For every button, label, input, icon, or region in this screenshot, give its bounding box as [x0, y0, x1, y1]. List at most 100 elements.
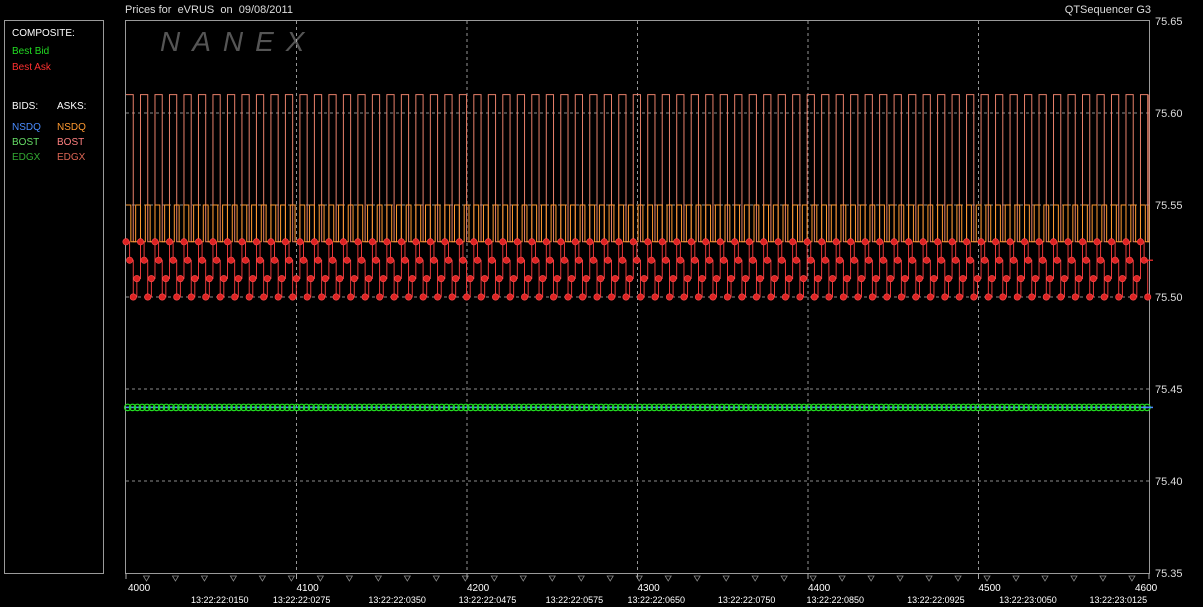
best-ask-point	[477, 293, 485, 301]
time-label: 13:22:22:0650	[627, 595, 685, 605]
best-ask-point	[448, 293, 456, 301]
best-ask-point	[1042, 293, 1050, 301]
best-ask-point	[1118, 275, 1126, 283]
trade-marker	[345, 575, 354, 582]
trade-marker	[577, 575, 585, 582]
best-ask-point	[727, 275, 735, 283]
best-ask-point	[582, 275, 590, 283]
best-ask-point	[242, 256, 250, 264]
trade-marker	[1128, 575, 1136, 582]
best-ask-point	[868, 293, 876, 301]
x-tick-label: 4600	[1135, 583, 1158, 594]
best-ask-point	[1057, 293, 1065, 301]
best-ask-point	[872, 275, 880, 283]
best-ask-point	[147, 275, 155, 283]
best-ask-point	[441, 238, 449, 246]
time-label: 13:22:22:0575	[546, 595, 604, 605]
best-ask-point	[216, 293, 224, 301]
best-ask-point	[673, 238, 681, 246]
best-ask-point	[850, 256, 858, 264]
best-ask-point	[437, 275, 445, 283]
best-ask-point	[992, 238, 1000, 246]
best-ask-point	[792, 256, 800, 264]
best-ask-point	[285, 256, 293, 264]
best-ask-point	[1060, 275, 1068, 283]
best-ask-point	[339, 238, 347, 246]
best-ask-point	[198, 256, 206, 264]
best-ask-point	[1035, 238, 1043, 246]
best-ask-point	[158, 293, 166, 301]
best-ask-point	[252, 238, 260, 246]
best-ask-point	[832, 238, 840, 246]
best-ask-point	[886, 275, 894, 283]
best-ask-point	[492, 293, 500, 301]
best-ask-point	[778, 256, 786, 264]
best-ask-point	[1002, 275, 1010, 283]
best-ask-point	[829, 275, 837, 283]
best-ask-point	[684, 275, 692, 283]
trade-marker	[403, 575, 412, 582]
best-ask-point	[484, 238, 492, 246]
best-ask-point	[865, 256, 873, 264]
best-ask-point	[470, 238, 478, 246]
best-ask-point	[720, 256, 728, 264]
best-ask-point	[894, 256, 902, 264]
best-ask-point	[745, 238, 753, 246]
best-ask-point	[191, 275, 199, 283]
best-ask-point	[716, 238, 724, 246]
best-ask-point	[952, 256, 960, 264]
trade-marker	[1099, 575, 1107, 582]
y-tick-label: 75.55	[1155, 200, 1183, 212]
best-ask-point	[1136, 238, 1144, 246]
best-ask-point	[618, 256, 626, 264]
best-ask-point	[307, 275, 315, 283]
best-ask-point	[245, 293, 253, 301]
best-ask-point	[723, 293, 731, 301]
best-ask-point	[140, 256, 148, 264]
best-ask-point	[734, 256, 742, 264]
best-ask-point	[133, 275, 141, 283]
best-ask-point	[789, 238, 797, 246]
best-ask-point	[915, 275, 923, 283]
trade-marker	[954, 575, 962, 582]
trade-marker	[374, 575, 383, 582]
y-tick-label: 75.50	[1155, 292, 1183, 304]
best-ask-point	[579, 293, 587, 301]
best-ask-point	[607, 293, 615, 301]
best-ask-point	[698, 275, 706, 283]
best-ask-point	[876, 238, 884, 246]
trade-marker	[432, 575, 441, 582]
best-ask-point	[923, 256, 931, 264]
best-ask-point	[278, 275, 286, 283]
best-ask-point	[810, 293, 818, 301]
best-ask-point	[966, 256, 974, 264]
best-ask-point	[176, 275, 184, 283]
best-ask-point	[796, 293, 804, 301]
time-label: 13:22:22:0925	[907, 595, 965, 605]
best-ask-point	[1079, 238, 1087, 246]
best-ask-point	[213, 256, 221, 264]
best-ask-point	[818, 238, 826, 246]
best-ask-point	[187, 293, 195, 301]
best-ask-point	[542, 238, 550, 246]
best-ask-point	[839, 293, 847, 301]
best-ask-point	[506, 293, 514, 301]
best-ask-point	[184, 256, 192, 264]
best-ask-point	[1104, 275, 1112, 283]
best-ask-point	[1100, 293, 1108, 301]
best-ask-point	[981, 256, 989, 264]
best-ask-point	[325, 238, 333, 246]
best-ask-point	[807, 256, 815, 264]
best-ask-point	[564, 293, 572, 301]
trade-marker	[1070, 575, 1078, 582]
best-ask-point	[397, 238, 405, 246]
best-ask-point	[944, 275, 952, 283]
best-ask-point	[676, 256, 684, 264]
best-ask-point	[238, 238, 246, 246]
best-ask-point	[879, 256, 887, 264]
best-ask-point	[263, 275, 271, 283]
best-ask-point	[959, 275, 967, 283]
best-ask-point	[1068, 256, 1076, 264]
best-ask-point	[513, 238, 521, 246]
best-ask-point	[586, 238, 594, 246]
